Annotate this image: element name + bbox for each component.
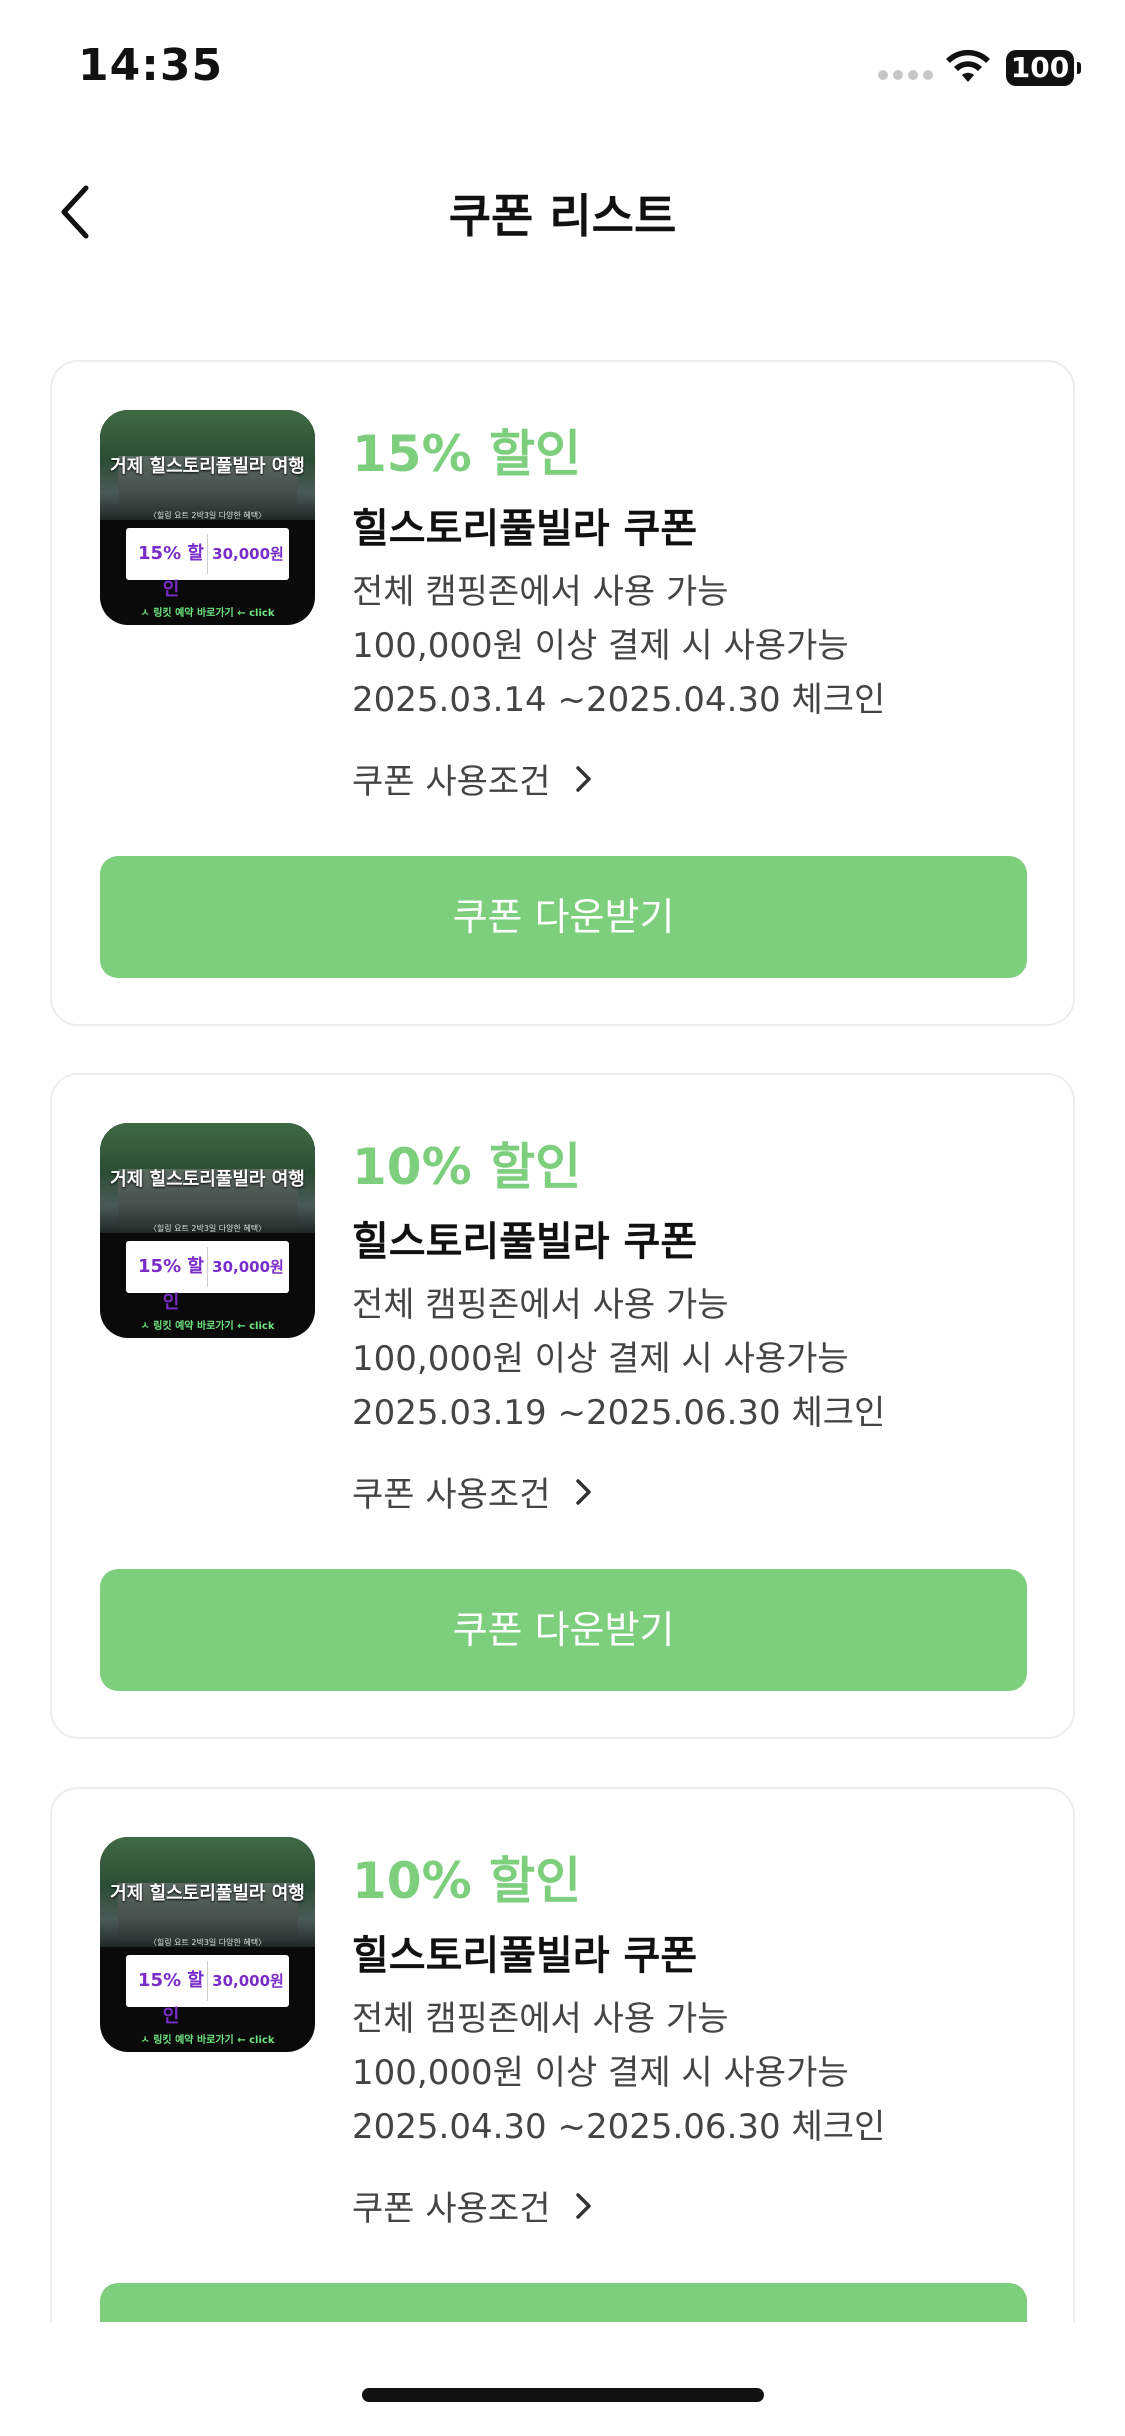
coupon-name: 힐스토리풀빌라 쿠폰 (352, 1219, 698, 1265)
coupon-terms-label: 쿠폰 사용조건 (352, 2189, 551, 2229)
thumbnail-title: 거제 힐스토리풀빌라 여행 (110, 1883, 305, 1904)
thumbnail-subtitle: 〈힐링 요트 2박3일 다양한 혜택〉 (148, 1938, 267, 1947)
status-bar: 14:35 100 (0, 0, 1125, 140)
status-time: 14:35 (78, 40, 224, 91)
coupon-card: 거제 힐스토리풀빌라 여행 〈힐링 요트 2박3일 다양한 혜택〉 15% 할인… (50, 1073, 1075, 1739)
coupon-terms-label: 쿠폰 사용조건 (352, 762, 551, 802)
cellular-signal-icon (878, 70, 933, 80)
discount-label: 10% 할인 (352, 1138, 582, 1196)
coupon-name: 힐스토리풀빌라 쿠폰 (352, 1933, 698, 1979)
thumbnail-left-text: 15% 할인 (138, 1970, 204, 2027)
coupon-download-button[interactable]: 쿠폰 다운받기 (100, 856, 1027, 978)
coupon-scope: 전체 캠핑존에서 사용 가능 (352, 1999, 729, 2039)
thumbnail-title: 거제 힐스토리풀빌라 여행 (110, 1169, 305, 1190)
thumbnail-footer: ㅅ 링킷 예약 바로가기 ← click (140, 1321, 275, 1332)
coupon-condition: 100,000원 이상 결제 시 사용가능 (352, 2053, 849, 2093)
thumbnail-footer: ㅅ 링킷 예약 바로가기 ← click (140, 2035, 275, 2046)
chevron-right-icon (575, 765, 591, 792)
thumbnail-right-text: 30,000원 (212, 1258, 284, 1276)
thumbnail-right-text: 30,000원 (212, 1972, 284, 1990)
coupon-period: 2025.03.14 ~2025.04.30 체크인 (352, 680, 886, 720)
coupon-period: 2025.04.30 ~2025.06.30 체크인 (352, 2107, 886, 2147)
coupon-terms-link[interactable]: 쿠폰 사용조건 (352, 754, 595, 803)
thumbnail-title: 거제 힐스토리풀빌라 여행 (110, 456, 305, 477)
chevron-right-icon (575, 1478, 591, 1505)
discount-label: 15% 할인 (352, 425, 582, 483)
coupon-period: 2025.03.19 ~2025.06.30 체크인 (352, 1393, 886, 1433)
thumbnail-footer: ㅅ 링킷 예약 바로가기 ← click (140, 608, 275, 619)
bottom-safe-area (0, 2322, 1125, 2436)
thumbnail-subtitle: 〈힐링 요트 2박3일 다양한 혜택〉 (148, 511, 267, 520)
coupon-scope: 전체 캠핑존에서 사용 가능 (352, 572, 729, 612)
coupon-scope: 전체 캠핑존에서 사용 가능 (352, 1285, 729, 1325)
coupon-download-button[interactable]: 쿠폰 다운받기 (100, 1569, 1027, 1691)
coupon-name: 힐스토리풀빌라 쿠폰 (352, 506, 698, 552)
header: 쿠폰 리스트 (0, 150, 1125, 270)
thumbnail-divider (207, 1247, 208, 1287)
thumbnail-subtitle: 〈힐링 요트 2박3일 다양한 혜택〉 (148, 1224, 267, 1233)
home-indicator (362, 2388, 764, 2402)
thumbnail-left-text: 15% 할인 (138, 1256, 204, 1313)
thumbnail-offer-box: 15% 할인 30,000원 (126, 528, 289, 600)
screen: 14:35 100 쿠폰 리스트 거제 힐스토리풀빌라 여행 〈힐링 요트 2박… (0, 0, 1125, 2436)
coupon-thumbnail: 거제 힐스토리풀빌라 여행 〈힐링 요트 2박3일 다양한 혜택〉 15% 할인… (100, 1123, 315, 1338)
coupon-terms-link[interactable]: 쿠폰 사용조건 (352, 2181, 595, 2230)
coupon-terms-link[interactable]: 쿠폰 사용조건 (352, 1467, 595, 1516)
page-title: 쿠폰 리스트 (448, 189, 677, 243)
coupon-terms-label: 쿠폰 사용조건 (352, 1475, 551, 1515)
chevron-right-icon (575, 2192, 591, 2219)
battery-icon: 100 (1006, 50, 1081, 86)
discount-label: 10% 할인 (352, 1852, 582, 1910)
thumbnail-divider (207, 534, 208, 574)
thumbnail-left-text: 15% 할인 (138, 543, 204, 600)
thumbnail-right-text: 30,000원 (212, 545, 284, 563)
coupon-thumbnail: 거제 힐스토리풀빌라 여행 〈힐링 요트 2박3일 다양한 혜택〉 15% 할인… (100, 410, 315, 625)
coupon-card: 거제 힐스토리풀빌라 여행 〈힐링 요트 2박3일 다양한 혜택〉 15% 할인… (50, 360, 1075, 1026)
coupon-condition: 100,000원 이상 결제 시 사용가능 (352, 626, 849, 666)
coupon-thumbnail: 거제 힐스토리풀빌라 여행 〈힐링 요트 2박3일 다양한 혜택〉 15% 할인… (100, 1837, 315, 2052)
thumbnail-offer-box: 15% 할인 30,000원 (126, 1955, 289, 2027)
thumbnail-divider (207, 1961, 208, 2001)
coupon-condition: 100,000원 이상 결제 시 사용가능 (352, 1339, 849, 1379)
wifi-icon (946, 49, 990, 82)
thumbnail-offer-box: 15% 할인 30,000원 (126, 1241, 289, 1313)
